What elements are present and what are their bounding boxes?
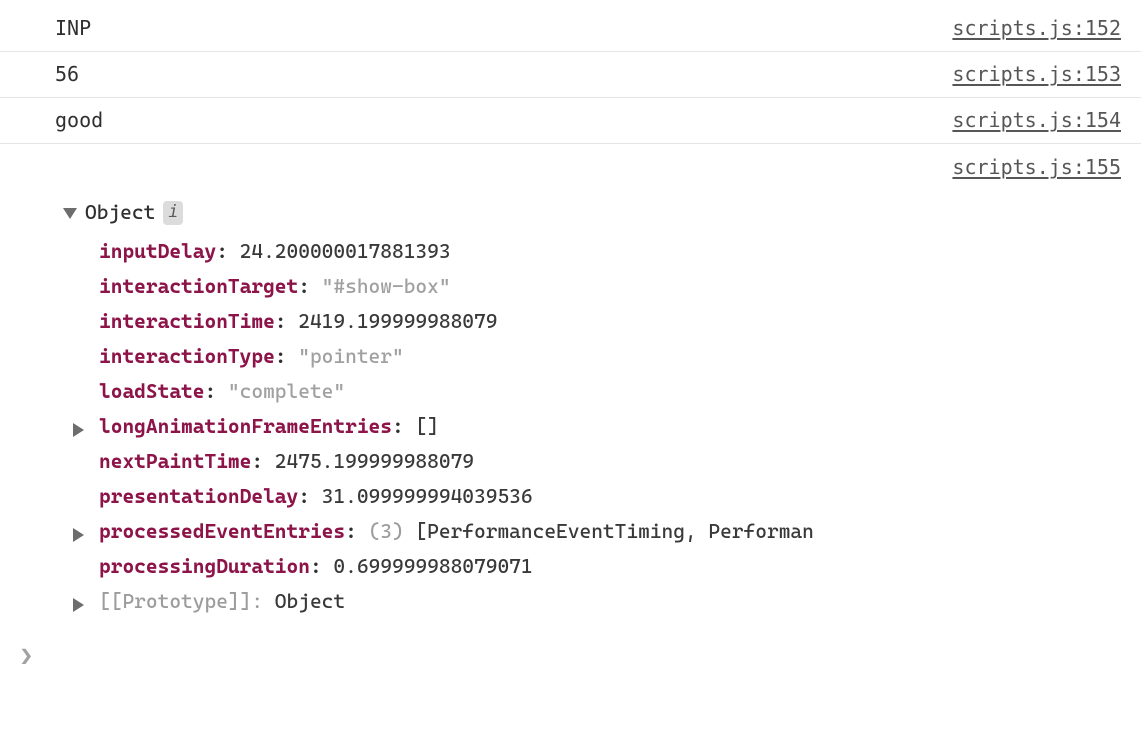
property-value: Object bbox=[275, 586, 345, 617]
object-properties: inputDelay: 24.200000017881393 interacti… bbox=[99, 234, 1121, 619]
console-row: INP scripts.js:152 bbox=[0, 6, 1141, 51]
property-key: presentationDelay bbox=[99, 481, 298, 512]
property-value: "#show-box" bbox=[322, 271, 451, 302]
source-link[interactable]: scripts.js:154 bbox=[952, 105, 1121, 136]
disclosure-triangle-right-icon[interactable] bbox=[73, 598, 84, 612]
source-link[interactable]: scripts.js:153 bbox=[952, 59, 1121, 90]
property-row[interactable]: longAnimationFrameEntries: [] bbox=[99, 409, 1121, 444]
disclosure-triangle-down-icon[interactable] bbox=[63, 208, 77, 219]
property-value: 24.200000017881393 bbox=[240, 236, 451, 267]
property-key: interactionType bbox=[99, 341, 275, 372]
property-row[interactable]: processedEventEntries: (3) [PerformanceE… bbox=[99, 514, 1121, 549]
console-message: 56 bbox=[55, 59, 79, 90]
property-key: interactionTarget bbox=[99, 271, 298, 302]
console-message: INP bbox=[55, 13, 91, 44]
disclosure-triangle-right-icon[interactable] bbox=[73, 528, 84, 542]
property-key: interactionTime bbox=[99, 306, 275, 337]
property-key: processedEventEntries bbox=[99, 516, 345, 547]
property-key: longAnimationFrameEntries bbox=[99, 411, 392, 442]
property-row[interactable]: [[Prototype]]: Object bbox=[99, 584, 1121, 619]
property-key: nextPaintTime bbox=[99, 446, 251, 477]
source-link[interactable]: scripts.js:155 bbox=[952, 152, 1121, 183]
info-icon[interactable]: i bbox=[163, 201, 183, 225]
property-row[interactable]: presentationDelay: 31.099999994039536 bbox=[99, 479, 1121, 514]
property-row[interactable]: inputDelay: 24.200000017881393 bbox=[99, 234, 1121, 269]
object-type-label: Object bbox=[85, 197, 155, 228]
property-key-prototype: [[Prototype]] bbox=[99, 586, 251, 617]
property-row[interactable]: loadState: "complete" bbox=[99, 374, 1121, 409]
console-prompt[interactable]: ❯ bbox=[0, 631, 1141, 685]
console-message: good bbox=[55, 105, 103, 136]
property-row[interactable]: nextPaintTime: 2475.199999988079 bbox=[99, 444, 1121, 479]
console-row: good scripts.js:154 bbox=[0, 97, 1141, 144]
object-block: Object i inputDelay: 24.200000017881393 … bbox=[0, 183, 1141, 631]
console: INP scripts.js:152 56 scripts.js:153 goo… bbox=[0, 0, 1141, 685]
console-row: 56 scripts.js:153 bbox=[0, 51, 1141, 97]
property-key: inputDelay bbox=[99, 236, 216, 267]
source-link[interactable]: scripts.js:152 bbox=[952, 13, 1121, 44]
property-value: "pointer" bbox=[298, 341, 403, 372]
property-value: 2419.199999988079 bbox=[298, 306, 497, 337]
property-key: processingDuration bbox=[99, 551, 310, 582]
disclosure-triangle-right-icon[interactable] bbox=[73, 423, 84, 437]
property-value: [PerformanceEventTiming, Performan bbox=[404, 516, 814, 547]
prompt-glyph: ❯ bbox=[20, 645, 33, 670]
property-row[interactable]: interactionTime: 2419.199999988079 bbox=[99, 304, 1121, 339]
array-length: (3) bbox=[369, 516, 404, 547]
console-row: scripts.js:155 bbox=[0, 144, 1141, 183]
property-key: loadState bbox=[99, 376, 204, 407]
property-value: "complete" bbox=[228, 376, 345, 407]
property-value: [] bbox=[415, 411, 438, 442]
property-row[interactable]: interactionType: "pointer" bbox=[99, 339, 1121, 374]
property-row[interactable]: processingDuration: 0.699999988079071 bbox=[99, 549, 1121, 584]
property-row[interactable]: interactionTarget: "#show-box" bbox=[99, 269, 1121, 304]
property-value: 31.099999994039536 bbox=[322, 481, 533, 512]
property-value: 2475.199999988079 bbox=[275, 446, 474, 477]
property-value: 0.699999988079071 bbox=[333, 551, 532, 582]
